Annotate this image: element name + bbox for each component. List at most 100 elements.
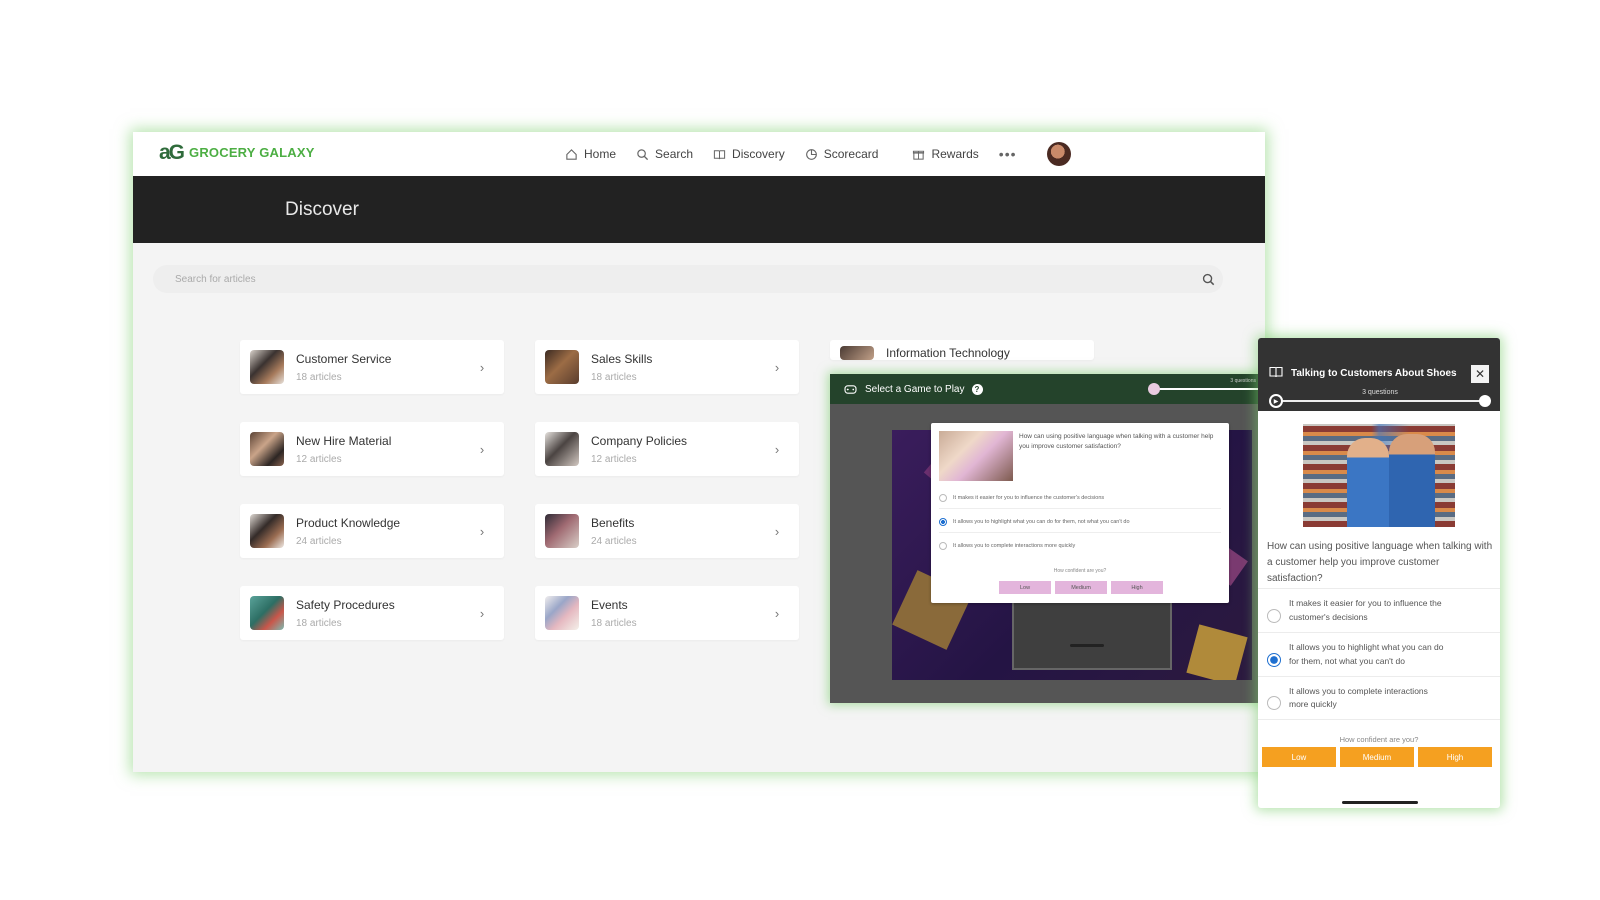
confidence-low-button[interactable]: Low: [999, 581, 1051, 594]
radio-button[interactable]: [939, 493, 947, 502]
more-menu-button[interactable]: •••: [999, 146, 1017, 162]
category-title: Benefits: [591, 515, 635, 530]
image-figure: [1347, 438, 1389, 527]
category-card[interactable]: Sales Skills 18 articles ›: [535, 340, 799, 394]
radio-button[interactable]: [939, 542, 947, 550]
game-question-card: How can using positive language when tal…: [931, 423, 1229, 603]
question-text: How can using positive language when tal…: [1267, 541, 1493, 584]
game-device: [1012, 600, 1172, 670]
radio-button[interactable]: [1267, 652, 1281, 667]
category-thumbnail: [545, 432, 579, 466]
home-icon: [566, 148, 577, 160]
search-button[interactable]: [1193, 265, 1223, 293]
nav-search[interactable]: Search: [636, 147, 693, 161]
article-search-bar: [153, 265, 1223, 293]
nav-discovery-label: Discovery: [732, 147, 785, 161]
category-card[interactable]: Information Technology: [830, 340, 1094, 360]
category-title: Company Policies: [591, 433, 688, 448]
category-title: Sales Skills: [591, 351, 653, 366]
confidence-buttons: Low Medium High: [999, 581, 1163, 594]
category-count: 24 articles: [591, 535, 637, 547]
brand-logo[interactable]: aG GROCERY GALAXY: [159, 142, 315, 163]
radio-button[interactable]: [1267, 608, 1281, 623]
quiz-panel: Talking to Customers About Shoes ✕ 3 que…: [1258, 338, 1500, 808]
answer-option[interactable]: It makes it easier for you to influence …: [1258, 588, 1500, 632]
game-title: Select a Game to Play: [865, 383, 965, 395]
progress-track: [1158, 388, 1265, 390]
answer-text: It allows you to complete interactions m…: [953, 543, 1076, 549]
answer-text: It allows you to highlight what you can …: [1289, 642, 1444, 666]
stage: aG GROCERY GALAXY Home Search Discovery: [0, 0, 1600, 900]
avatar[interactable]: [1046, 142, 1071, 166]
category-card[interactable]: Events 18 articles ›: [535, 586, 799, 640]
page-banner: Discover: [133, 176, 1265, 243]
confidence-high-button[interactable]: High: [1111, 581, 1163, 594]
nav-home[interactable]: Home: [565, 147, 616, 161]
confidence-medium-button[interactable]: Medium: [1340, 747, 1414, 767]
progress-track: [1277, 400, 1485, 402]
category-count: 24 articles: [296, 535, 342, 547]
book-icon: [1269, 366, 1283, 378]
category-thumbnail: [250, 514, 284, 548]
answer-text: It makes it easier for you to influence …: [953, 494, 1105, 501]
category-count: 18 articles: [296, 371, 342, 383]
category-title: Product Knowledge: [296, 515, 401, 530]
progress-label: 3 questions: [1230, 378, 1256, 384]
home-indicator: [1342, 801, 1418, 804]
category-count: 18 articles: [591, 371, 637, 383]
question-image: [1303, 424, 1455, 527]
progress-start-knob[interactable]: [1148, 383, 1160, 395]
question-text: How can using positive language when tal…: [1019, 433, 1214, 451]
category-card[interactable]: Customer Service 18 articles ›: [240, 340, 504, 394]
answer-option[interactable]: It allows you to complete interactions m…: [1258, 676, 1500, 720]
chevron-right-icon: ›: [479, 605, 485, 621]
answer-option[interactable]: It allows you to highlight what you can …: [939, 511, 1221, 533]
confidence-buttons: Low Medium High: [1262, 747, 1492, 767]
category-card[interactable]: Safety Procedures 18 articles ›: [240, 586, 504, 640]
search-input[interactable]: [153, 273, 1193, 285]
nav-discovery[interactable]: Discovery: [713, 147, 785, 161]
scene-shape: [1186, 624, 1248, 680]
confidence-low-button[interactable]: Low: [1262, 747, 1336, 767]
answer-option[interactable]: It allows you to highlight what you can …: [1258, 632, 1500, 676]
progress-end-knob[interactable]: [1479, 395, 1491, 407]
device-base: [1070, 644, 1104, 647]
answer-option[interactable]: It makes it easier for you to influence …: [939, 487, 1221, 509]
chevron-right-icon: ›: [479, 359, 485, 375]
category-thumbnail: [250, 596, 284, 630]
category-thumbnail: [840, 346, 874, 360]
category-card[interactable]: Company Policies 12 articles ›: [535, 422, 799, 476]
panel-title: Talking to Customers About Shoes: [1291, 368, 1457, 379]
nav-home-label: Home: [584, 147, 617, 161]
category-title: New Hire Material: [296, 433, 392, 448]
category-thumbnail: [545, 350, 579, 384]
game-header: Select a Game to Play ? 3 questions: [830, 374, 1265, 404]
answer-text: It makes it easier for you to influence …: [1289, 598, 1442, 622]
category-thumbnail: [250, 350, 284, 384]
help-icon[interactable]: ?: [971, 383, 983, 395]
image-figure: [1389, 434, 1435, 527]
radio-button[interactable]: [939, 517, 947, 526]
nav-scorecard-label: Scorecard: [823, 147, 879, 161]
nav-rewards[interactable]: Rewards: [912, 147, 979, 161]
answer-option[interactable]: It allows you to complete interactions m…: [939, 535, 1221, 557]
radio-button[interactable]: [1267, 696, 1281, 710]
category-card[interactable]: New Hire Material 12 articles ›: [240, 422, 504, 476]
play-icon[interactable]: ▶: [1269, 394, 1283, 408]
chevron-right-icon: ›: [479, 523, 485, 539]
panel-header: Talking to Customers About Shoes ✕ 3 que…: [1258, 338, 1500, 411]
game-progress: 3 questions: [1148, 378, 1265, 395]
category-card[interactable]: Product Knowledge 24 articles ›: [240, 504, 504, 558]
question-image: [939, 431, 1013, 481]
chevron-right-icon: ›: [774, 523, 780, 539]
brand-name: GROCERY GALAXY: [189, 145, 315, 160]
category-card[interactable]: Benefits 24 articles ›: [535, 504, 799, 558]
gift-icon: [913, 150, 925, 160]
confidence-high-button[interactable]: High: [1418, 747, 1492, 767]
close-button[interactable]: ✕: [1471, 365, 1489, 383]
chart-icon: [805, 148, 817, 160]
book-icon: [713, 149, 726, 159]
nav-scorecard[interactable]: Scorecard: [805, 147, 879, 161]
confidence-medium-button[interactable]: Medium: [1055, 581, 1107, 594]
nav-menu: Home Search Discovery Scorecard Rewards: [565, 132, 1071, 176]
